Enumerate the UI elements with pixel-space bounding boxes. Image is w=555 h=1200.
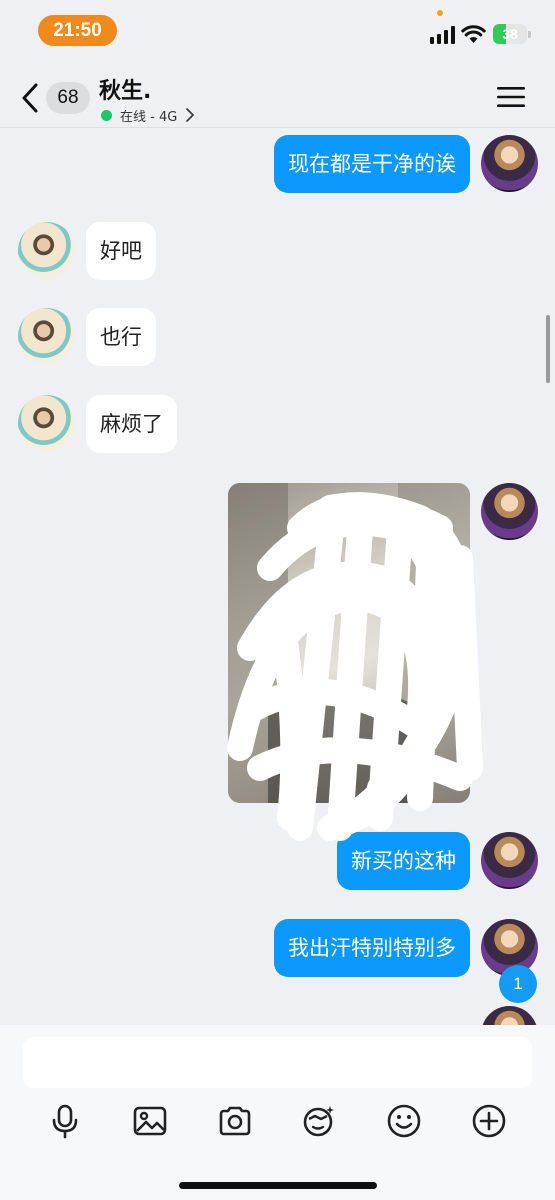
battery-percent: 38 bbox=[502, 26, 518, 42]
camera-icon[interactable] bbox=[217, 1103, 253, 1139]
my-avatar[interactable] bbox=[481, 135, 538, 192]
message-bubble-outgoing[interactable]: 我出汗特别特别多 bbox=[274, 919, 470, 977]
contact-avatar[interactable] bbox=[18, 395, 75, 452]
emoji-icon[interactable] bbox=[386, 1103, 422, 1139]
microphone-icon[interactable] bbox=[47, 1103, 83, 1139]
status-time: 21:50 bbox=[38, 15, 117, 46]
my-avatar[interactable] bbox=[481, 832, 538, 889]
message-input[interactable] bbox=[23, 1037, 532, 1088]
image-message[interactable] bbox=[228, 483, 470, 803]
plus-icon[interactable] bbox=[471, 1103, 507, 1139]
message-bubble-incoming[interactable]: 麻烦了 bbox=[86, 395, 177, 453]
back-button[interactable]: 68 bbox=[14, 78, 104, 118]
message-bubble-incoming[interactable]: 也行 bbox=[86, 308, 156, 366]
new-message-badge[interactable]: 1 bbox=[499, 965, 537, 1003]
contact-avatar[interactable] bbox=[18, 222, 75, 279]
online-status-dot bbox=[101, 109, 112, 121]
chevron-right-icon bbox=[186, 108, 195, 122]
home-indicator[interactable] bbox=[179, 1182, 377, 1189]
status-bar: 21:50 38 bbox=[0, 0, 555, 60]
message-bubble-incoming[interactable]: 好吧 bbox=[86, 222, 156, 280]
composer bbox=[0, 1025, 555, 1200]
unread-count-badge: 68 bbox=[46, 82, 90, 114]
menu-icon[interactable] bbox=[497, 86, 525, 108]
photo-content bbox=[228, 483, 470, 803]
privacy-indicator-dot bbox=[437, 10, 443, 16]
chat-header: 68 秋生. 在线 - 4G bbox=[0, 60, 555, 128]
message-bubble-outgoing[interactable]: 现在都是干净的诶 bbox=[274, 135, 470, 193]
cellular-signal-icon bbox=[430, 26, 455, 44]
message-list[interactable]: 现在都是干净的诶 好吧 也行 麻烦了 新买的这种 我出汗特别特别多 1 bbox=[0, 128, 555, 1025]
image-icon[interactable] bbox=[132, 1103, 168, 1139]
my-avatar[interactable] bbox=[481, 1006, 538, 1025]
back-chevron-icon bbox=[22, 83, 38, 113]
battery-icon: 38 bbox=[493, 24, 531, 44]
sticker-icon[interactable] bbox=[301, 1103, 337, 1139]
presence-text: 在线 - 4G bbox=[120, 109, 178, 125]
my-avatar[interactable] bbox=[481, 483, 538, 540]
wifi-icon bbox=[461, 25, 486, 43]
presence-status[interactable]: 在线 - 4G bbox=[101, 105, 195, 125]
contact-avatar[interactable] bbox=[18, 308, 75, 365]
contact-name[interactable]: 秋生. bbox=[99, 73, 151, 105]
message-bubble-outgoing[interactable]: 新买的这种 bbox=[337, 832, 470, 890]
scrollbar[interactable] bbox=[546, 315, 550, 383]
